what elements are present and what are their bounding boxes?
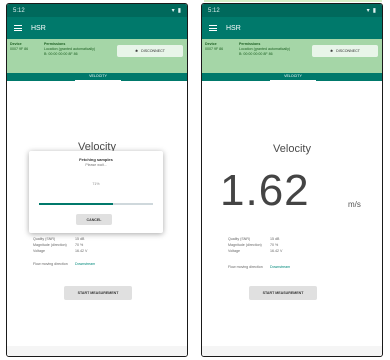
tab-strip: VELOCITY: [202, 73, 382, 81]
direction-row: Flow moving direction Downstream: [33, 262, 95, 266]
readings-list: Quality (SNR) 15 dB Magnitude (direction)…: [33, 236, 87, 254]
nav-bar: [7, 346, 187, 356]
reading-row: Voltage 16.42 V: [228, 248, 282, 254]
disconnect-label: DISCONNECT: [336, 49, 360, 53]
velocity-value: 1.62: [220, 166, 310, 215]
dialog-title: Fetching samples: [79, 157, 113, 162]
reading-label: Voltage: [228, 249, 240, 253]
nav-bar: [202, 346, 382, 356]
permissions-line-2: B: 00:00 00:00 8F 86: [239, 52, 273, 56]
menu-icon[interactable]: [209, 25, 217, 31]
battery-icon: ▮: [372, 8, 376, 14]
disconnect-button[interactable]: ✱ DISCONNECT: [312, 45, 378, 57]
readings-list: Quality (SNR) 15 dB Magnitude (direction)…: [228, 236, 282, 254]
start-measurement-button[interactable]: START MEASUREMENT: [64, 286, 132, 300]
tab-strip: VELOCITY: [7, 73, 187, 81]
cancel-button[interactable]: CANCEL: [76, 214, 112, 225]
disconnect-button[interactable]: ✱ DISCONNECT: [117, 45, 183, 57]
dialog-subtitle: Please wait...: [85, 163, 107, 167]
menu-icon[interactable]: [14, 25, 22, 31]
device-id: 0007 9F 86: [205, 47, 224, 51]
status-time: 5:12: [208, 7, 220, 14]
reading-value: 16.42 V: [75, 249, 88, 253]
bluetooth-icon: ✱: [330, 49, 334, 53]
app-bar: HSR: [202, 17, 382, 39]
reading-label: Voltage: [33, 249, 45, 253]
direction-value: Downstream: [270, 265, 291, 269]
app-title: HSR: [226, 24, 241, 32]
status-bar: 5:12 ▾ ▮: [7, 4, 187, 17]
app-title: HSR: [31, 24, 46, 32]
phone-screen-right: 5:12 ▾ ▮ HSR Device 0007 9F 86 Permissio…: [201, 3, 383, 357]
permissions-line-2: B: 00:00 00:00 8F 86: [44, 52, 78, 56]
status-time: 5:12: [13, 7, 25, 14]
progress-bar: [39, 203, 153, 205]
battery-icon: ▮: [177, 8, 181, 14]
progress-dialog: Fetching samples Please wait... 71% CANC…: [29, 151, 163, 233]
top-decor-band: [204, 0, 382, 2]
bluetooth-icon: ✱: [135, 49, 139, 53]
progress-fill: [39, 203, 114, 205]
app-bar: HSR: [7, 17, 187, 39]
wifi-icon: ▾: [171, 8, 175, 14]
direction-label: Flow moving direction: [33, 262, 68, 266]
direction-row: Flow moving direction Downstream: [228, 265, 290, 269]
device-id: 0007 9F 86: [10, 47, 29, 51]
reading-value: 16.42 V: [270, 249, 283, 253]
disconnect-label: DISCONNECT: [141, 49, 165, 53]
tab-velocity[interactable]: VELOCITY: [75, 73, 121, 81]
tab-velocity[interactable]: VELOCITY: [270, 73, 316, 81]
status-bar: 5:12 ▾ ▮: [202, 4, 382, 17]
velocity-title: Velocity: [273, 143, 311, 155]
velocity-unit: m/s: [348, 200, 361, 209]
direction-label: Flow moving direction: [228, 265, 263, 269]
device-info-panel: Device 0007 9F 86 Permissions Location (…: [7, 39, 187, 73]
dialog-percent: 71%: [92, 182, 100, 186]
start-measurement-button[interactable]: START MEASUREMENT: [249, 286, 317, 300]
reading-row: Voltage 16.42 V: [33, 248, 87, 254]
direction-value: Downstream: [75, 262, 96, 266]
device-info-panel: Device 0007 9F 86 Permissions Location (…: [202, 39, 382, 73]
phone-screen-left: 5:12 ▾ ▮ HSR Device 0007 9F 86 Permissio…: [6, 3, 188, 357]
wifi-icon: ▾: [366, 8, 370, 14]
